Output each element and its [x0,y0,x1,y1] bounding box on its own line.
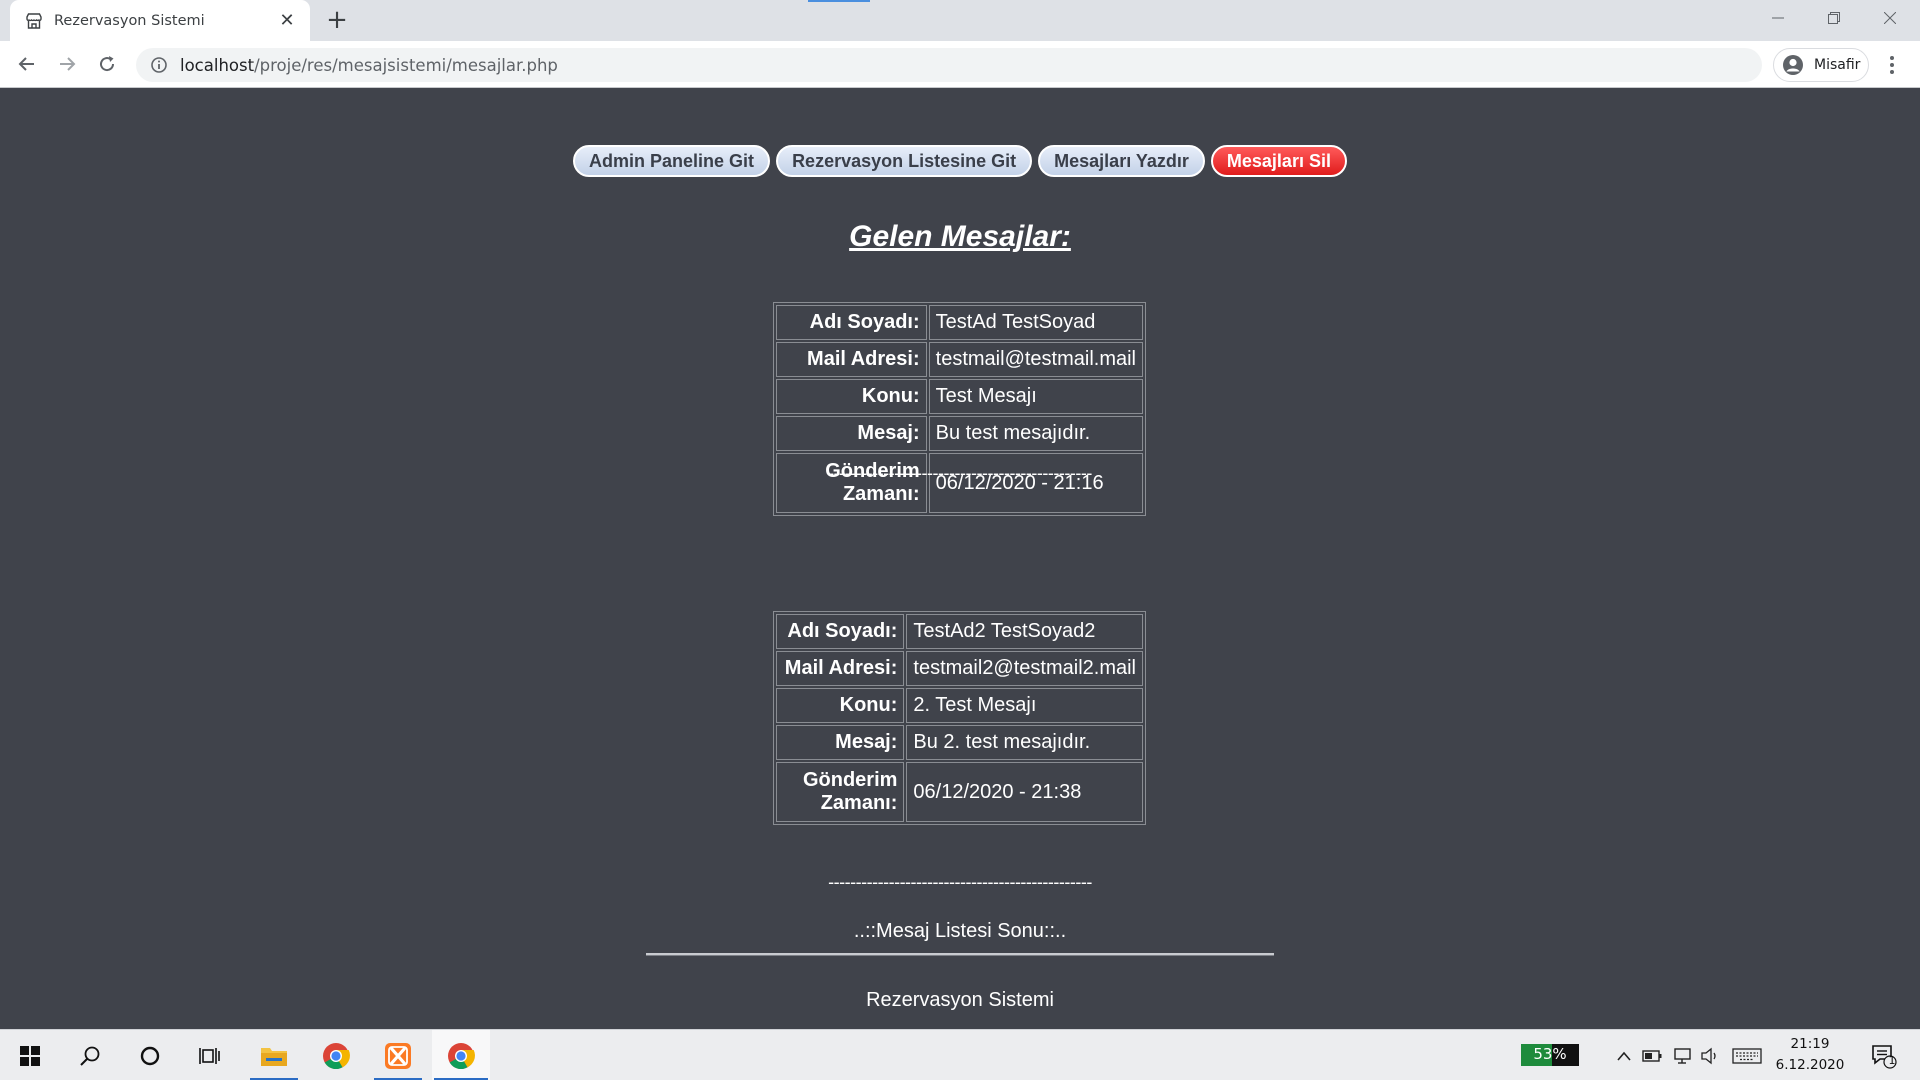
profile-button[interactable]: Misafir [1773,48,1869,82]
message-row-subject: Konu: Test Mesajı [776,379,1143,414]
tab-title: Rezervasyon Sistemi [54,12,205,29]
name-label: Adı Soyadı: [776,305,927,340]
subject-label: Konu: [776,688,905,723]
message-row-name: Adı Soyadı: TestAd TestSoyad [776,305,1143,340]
minimize-icon[interactable] [1750,0,1806,36]
chrome-active-icon[interactable] [432,1030,490,1080]
name-label: Adı Soyadı: [776,614,905,649]
message-row-message: Mesaj: Bu test mesajıdır. [776,416,1143,451]
info-icon[interactable] [150,56,168,74]
admin-panel-button[interactable]: Admin Paneline Git [573,145,771,177]
page-title: Gelen Mesajlar: [849,220,1071,253]
clock[interactable]: 21:19 6.12.2020 [1770,1034,1850,1076]
battery-indicator[interactable]: 53% [1521,1044,1579,1066]
message-label: Mesaj: [776,725,905,760]
clock-date: 6.12.2020 [1775,1057,1845,1073]
print-messages-button[interactable]: Mesajları Yazdır [1038,145,1205,177]
tab-close-icon[interactable]: ✕ [276,10,298,31]
horizontal-rule [646,953,1274,956]
separator: ----------------------------------------… [828,872,1092,892]
page-content: Admin Paneline Git Rezervasyon Listesine… [0,89,1920,1029]
mail-label: Mail Adresi: [776,342,927,377]
back-arrow-icon[interactable] [12,49,42,79]
url-host: localhost [180,55,255,75]
sent-label-line2: Zamanı: [842,483,920,505]
battery-icon[interactable] [1640,1030,1664,1080]
volume-icon[interactable] [1698,1030,1722,1080]
sent-label: Gönderim Zamanı: [776,762,905,822]
list-end-text: ..::Mesaj Listesi Sonu::.. [853,920,1067,942]
message-value: Bu 2. test mesajıdır. [906,725,1143,760]
url-path: /proje/res/mesajsistemi/mesajlar.php [254,55,558,75]
task-view-icon[interactable] [186,1030,234,1080]
url-text: localhost/proje/res/mesajsistemi/mesajla… [180,56,558,75]
new-tab-button[interactable]: + [322,5,352,35]
mail-value: testmail2@testmail2.mail [906,651,1143,686]
footer-text: Rezervasyon Sistemi [866,989,1054,1011]
mail-value: testmail@testmail.mail [928,342,1143,377]
browser-tab[interactable]: Rezervasyon Sistemi ✕ [10,0,310,41]
message-row-name: Adı Soyadı: TestAd2 TestSoyad2 [776,614,1143,649]
profile-label: Misafir [1814,57,1861,73]
taskbar: 53% 21:19 6.12.2020 1 [0,1029,1920,1080]
restore-icon[interactable] [1806,0,1862,36]
chrome-icon[interactable] [310,1030,362,1080]
subject-value: Test Mesajı [928,379,1143,414]
reload-icon[interactable] [92,49,122,79]
subject-value: 2. Test Mesajı [906,688,1143,723]
windows-start-icon[interactable] [6,1030,54,1080]
file-explorer-icon[interactable] [248,1030,300,1080]
notification-count: 1 [1888,1054,1896,1067]
more-menu-icon[interactable] [1882,53,1902,77]
message-row-sent: Gönderim Zamanı: 06/12/2020 - 21:38 [776,762,1143,822]
close-window-icon[interactable] [1862,0,1918,36]
notification-icon[interactable]: 1 [1864,1030,1904,1080]
message-value: Bu test mesajıdır. [928,416,1143,451]
xampp-icon[interactable] [372,1030,424,1080]
clock-time: 21:19 [1790,1036,1830,1052]
drag-indicator [808,0,870,2]
cortana-icon[interactable] [126,1030,174,1080]
name-value: TestAd2 TestSoyad2 [906,614,1143,649]
action-buttons: Admin Paneline Git Rezervasyon Listesine… [0,145,1920,177]
message-table: Adı Soyadı: TestAd2 TestSoyad2 Mail Adre… [773,611,1146,825]
battery-percent: 53% [1533,1045,1567,1063]
message-row-mail: Mail Adresi: testmail2@testmail2.mail [776,651,1143,686]
message-row-subject: Konu: 2. Test Mesajı [776,688,1143,723]
search-icon[interactable] [66,1030,114,1080]
message-label: Mesaj: [776,416,927,451]
store-icon [24,11,44,31]
forward-arrow-icon[interactable] [52,49,82,79]
browser-toolbar: localhost/proje/res/mesajsistemi/mesajla… [0,41,1920,88]
name-value: TestAd TestSoyad [928,305,1143,340]
avatar-icon [1783,55,1803,75]
sent-value: 06/12/2020 - 21:38 [906,762,1143,822]
separator: ----------------------------------------… [828,463,1092,483]
delete-messages-button[interactable]: Mesajları Sil [1210,145,1347,177]
address-bar[interactable]: localhost/proje/res/mesajsistemi/mesajla… [136,48,1762,82]
sent-label-line2: Zamanı: [820,792,898,814]
message-row-message: Mesaj: Bu 2. test mesajıdır. [776,725,1143,760]
message-row-mail: Mail Adresi: testmail@testmail.mail [776,342,1143,377]
mail-label: Mail Adresi: [776,651,905,686]
keyboard-icon[interactable] [1730,1030,1764,1080]
chevron-up-icon[interactable] [1612,1030,1636,1080]
subject-label: Konu: [776,379,927,414]
sent-label-line1: Gönderim [802,769,898,791]
network-icon[interactable] [1670,1030,1694,1080]
reservation-list-button[interactable]: Rezervasyon Listesine Git [776,145,1033,177]
tab-strip: Rezervasyon Sistemi ✕ + [0,0,1920,41]
